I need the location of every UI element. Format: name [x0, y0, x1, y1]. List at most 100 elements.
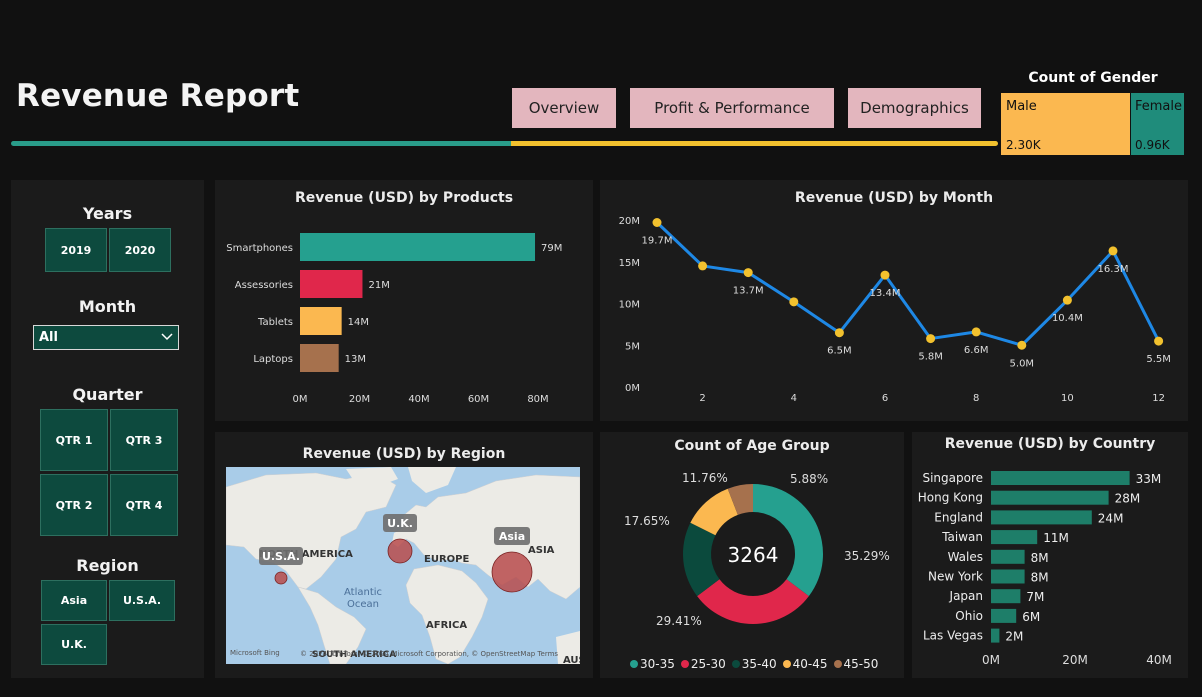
gender-female-tile[interactable]: Female 0.96K	[1131, 93, 1184, 155]
month-data-point[interactable]	[743, 268, 753, 278]
year-2019-button[interactable]: 2019	[45, 228, 107, 272]
age-legend-item[interactable]: 25-30	[680, 657, 726, 671]
month-dropdown[interactable]: All	[33, 325, 179, 350]
month-data-point[interactable]	[652, 218, 662, 228]
country-bar[interactable]	[991, 569, 1025, 584]
nav-overview-button[interactable]: Overview	[512, 88, 616, 128]
month-data-point[interactable]	[1154, 336, 1164, 346]
month-data-label: 13.7M	[733, 286, 764, 297]
country-bar[interactable]	[991, 510, 1092, 525]
country-bar[interactable]	[991, 549, 1025, 564]
product-x-tick: 0M	[293, 394, 308, 405]
world-map[interactable]: NORTH AMERICA EUROPE ASIA AFRICA SOUTH A…	[226, 467, 580, 664]
month-y-tick: 5M	[625, 341, 640, 352]
age-group-panel[interactable]: Count of Age Group 35.29% 29.41% 17.65% 11.…	[600, 432, 904, 678]
country-data-label: 11M	[1043, 531, 1069, 545]
country-bar[interactable]	[991, 530, 1038, 545]
product-category-label: Laptops	[253, 354, 293, 365]
map-attribution[interactable]: © 2024 TomTom, © 2024 Microsoft Corporat…	[300, 650, 558, 658]
month-data-point[interactable]	[1017, 340, 1027, 350]
gender-male-value: 2.30K	[1006, 138, 1041, 152]
country-bar[interactable]	[991, 608, 1017, 623]
age-slice-label: 5.88%	[790, 472, 828, 486]
month-x-tick: 6	[882, 393, 888, 404]
bing-logo: Microsoft Bing	[230, 649, 280, 657]
age-legend-item[interactable]: 45-50	[833, 657, 879, 671]
gender-male-label: Male	[1006, 99, 1037, 114]
age-legend-item[interactable]: 30-35	[630, 657, 675, 671]
region-usa-button[interactable]: U.S.A.	[109, 580, 175, 621]
map-label-asia: ASIA	[528, 545, 555, 556]
country-data-label: 33M	[1136, 472, 1162, 486]
bubble-uk[interactable]	[387, 538, 413, 564]
region-uk-button[interactable]: U.K.	[41, 624, 107, 665]
product-category-label: Assessories	[235, 280, 293, 291]
age-legend-label: 25-30	[690, 657, 726, 671]
age-legend-item[interactable]: 40-45	[782, 657, 828, 671]
nav-profit-performance-button[interactable]: Profit & Performance	[630, 88, 834, 128]
age-legend-item[interactable]: 35-40	[731, 657, 777, 671]
month-dropdown-value: All	[39, 330, 58, 345]
product-category-label: Tablets	[257, 317, 293, 328]
bubble-usa[interactable]	[274, 571, 288, 585]
month-y-tick: 15M	[619, 258, 640, 269]
map-tag-asia: Asia	[499, 530, 525, 543]
region-map-title: Revenue (USD) by Region	[302, 446, 506, 462]
country-category-label: Taiwan	[941, 530, 983, 544]
quarter-1-button[interactable]: QTR 1	[40, 409, 108, 471]
month-series-line[interactable]	[655, 221, 1160, 347]
product-x-tick: 80M	[527, 394, 548, 405]
age-slice-label: 11.76%	[682, 471, 728, 485]
quarter-2-button[interactable]: QTR 2	[40, 474, 108, 536]
years-label: Years	[82, 204, 133, 223]
age-slice-label: 29.41%	[656, 614, 702, 628]
month-data-point[interactable]	[971, 327, 981, 337]
country-bar[interactable]	[991, 628, 1000, 643]
year-2020-button[interactable]: 2020	[109, 228, 171, 272]
nav-demographics-button[interactable]: Demographics	[848, 88, 981, 128]
quarter-3-button[interactable]: QTR 3	[110, 409, 178, 471]
region-map-panel[interactable]: Revenue (USD) by Region NORTH AMERICA EU…	[215, 432, 593, 678]
product-bar[interactable]	[300, 270, 363, 298]
product-data-label: 79M	[541, 243, 562, 254]
product-bar[interactable]	[300, 344, 339, 372]
country-bar[interactable]	[991, 471, 1130, 485]
product-bar[interactable]	[300, 233, 536, 261]
month-data-point[interactable]	[698, 261, 708, 271]
legend-dot-icon	[833, 660, 842, 668]
legend-dot-icon	[782, 660, 791, 668]
products-chart-panel[interactable]: Revenue (USD) by Products Smartphones 79M…	[215, 180, 593, 421]
country-category-label: Wales	[948, 550, 983, 564]
age-legend-label: 45-50	[843, 657, 879, 671]
month-data-point[interactable]	[1108, 246, 1118, 256]
country-x-tick: 40M	[1146, 653, 1172, 667]
country-bar[interactable]	[991, 589, 1021, 604]
country-data-label: 28M	[1115, 492, 1141, 506]
month-data-label: 16.3M	[1098, 264, 1129, 275]
month-chart-panel[interactable]: Revenue (USD) by Month 0M 5M 10M 15M 20M 2 4 6 8…	[600, 180, 1188, 421]
month-data-point[interactable]	[1062, 295, 1072, 305]
country-data-label: 24M	[1098, 511, 1124, 525]
quarter-4-button[interactable]: QTR 4	[110, 474, 178, 536]
bubble-asia[interactable]	[491, 551, 533, 593]
month-data-point[interactable]	[880, 270, 890, 280]
product-bar[interactable]	[300, 307, 342, 335]
age-slice-30-35[interactable]	[753, 484, 823, 597]
month-data-point[interactable]	[834, 328, 844, 338]
month-x-tick: 2	[699, 393, 705, 404]
month-data-point[interactable]	[926, 334, 936, 344]
age-legend-label: 30-35	[640, 657, 675, 671]
age-slice-25-30[interactable]	[697, 579, 809, 624]
country-category-label: Hong Kong	[918, 491, 983, 505]
gender-male-tile[interactable]: Male 2.30K	[1001, 93, 1130, 155]
country-chart-panel[interactable]: Revenue (USD) by Country Singapore 33M Hon…	[912, 432, 1188, 678]
month-x-tick: 12	[1152, 393, 1165, 404]
country-category-label: New York	[928, 570, 983, 584]
country-bar[interactable]	[991, 490, 1109, 505]
country-x-tick: 20M	[1062, 653, 1088, 667]
month-data-label: 5.0M	[1010, 358, 1035, 369]
header-divider-yellow	[511, 141, 998, 146]
month-data-point[interactable]	[789, 297, 799, 307]
country-x-tick: 0M	[982, 653, 1000, 667]
region-asia-button[interactable]: Asia	[41, 580, 107, 621]
